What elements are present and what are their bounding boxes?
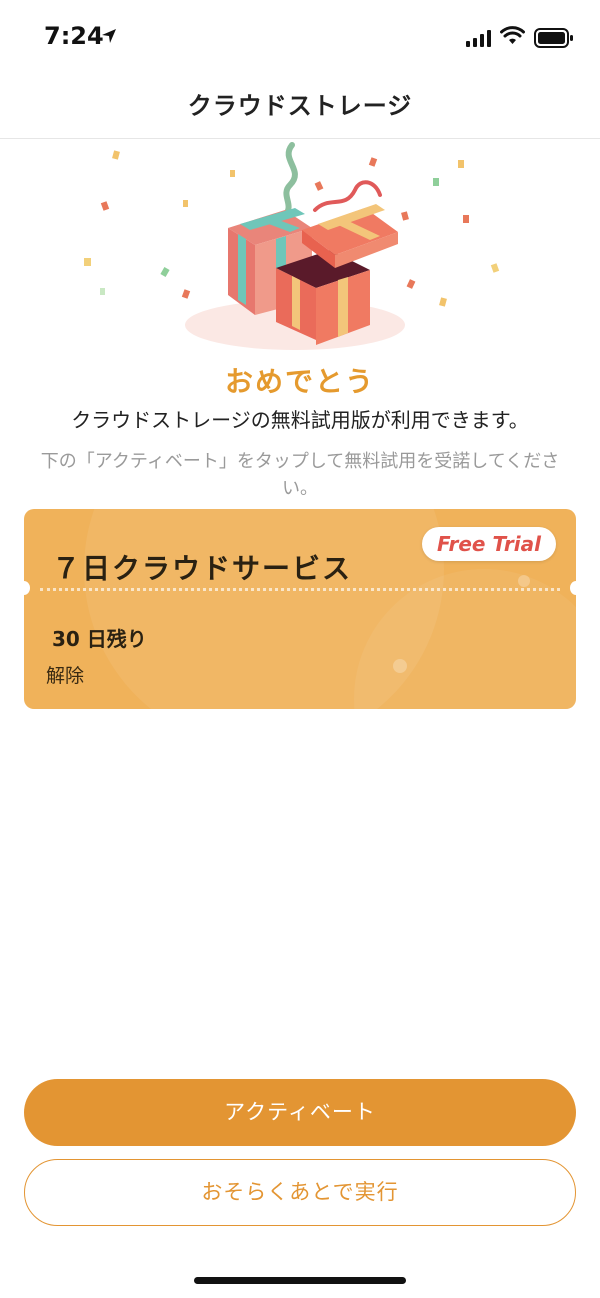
days-remaining: 30 日残り <box>52 627 147 651</box>
activate-button[interactable]: アクティベート <box>24 1079 576 1146</box>
perforation-line <box>40 588 560 591</box>
cancel-link[interactable]: 解除 <box>46 661 84 688</box>
battery-icon <box>534 28 573 48</box>
cellular-signal-icon <box>466 30 491 47</box>
card-decoration-dot <box>518 575 530 587</box>
page-title: クラウドストレージ <box>187 92 413 120</box>
status-bar: 7:24 <box>0 0 600 76</box>
service-title: ７日クラウドサービス <box>52 552 353 585</box>
trial-available-message: クラウドストレージの無料試用版が利用できます。 <box>71 408 529 432</box>
card-decoration-dot <box>393 659 407 673</box>
home-indicator[interactable] <box>194 1277 406 1284</box>
status-time: 7:24 <box>44 22 104 50</box>
activate-hint-text: 下の「アクティベート」をタップして無料試用を受諾してください。 <box>40 451 560 499</box>
card-notch-right <box>570 581 576 595</box>
nav-divider <box>0 138 600 139</box>
wifi-icon <box>500 26 525 44</box>
gift-boxes-confetti-illustration <box>84 142 500 350</box>
trial-coupon-card: ７日クラウドサービス Free Trial 30 日残り 解除 <box>24 509 576 709</box>
congrats-heading: おめでとう <box>224 365 375 398</box>
card-notch-left <box>24 581 30 595</box>
maybe-later-button[interactable]: おそらくあとで実行 <box>24 1159 576 1226</box>
free-trial-badge: Free Trial <box>422 527 556 561</box>
location-arrow-icon <box>102 29 116 43</box>
